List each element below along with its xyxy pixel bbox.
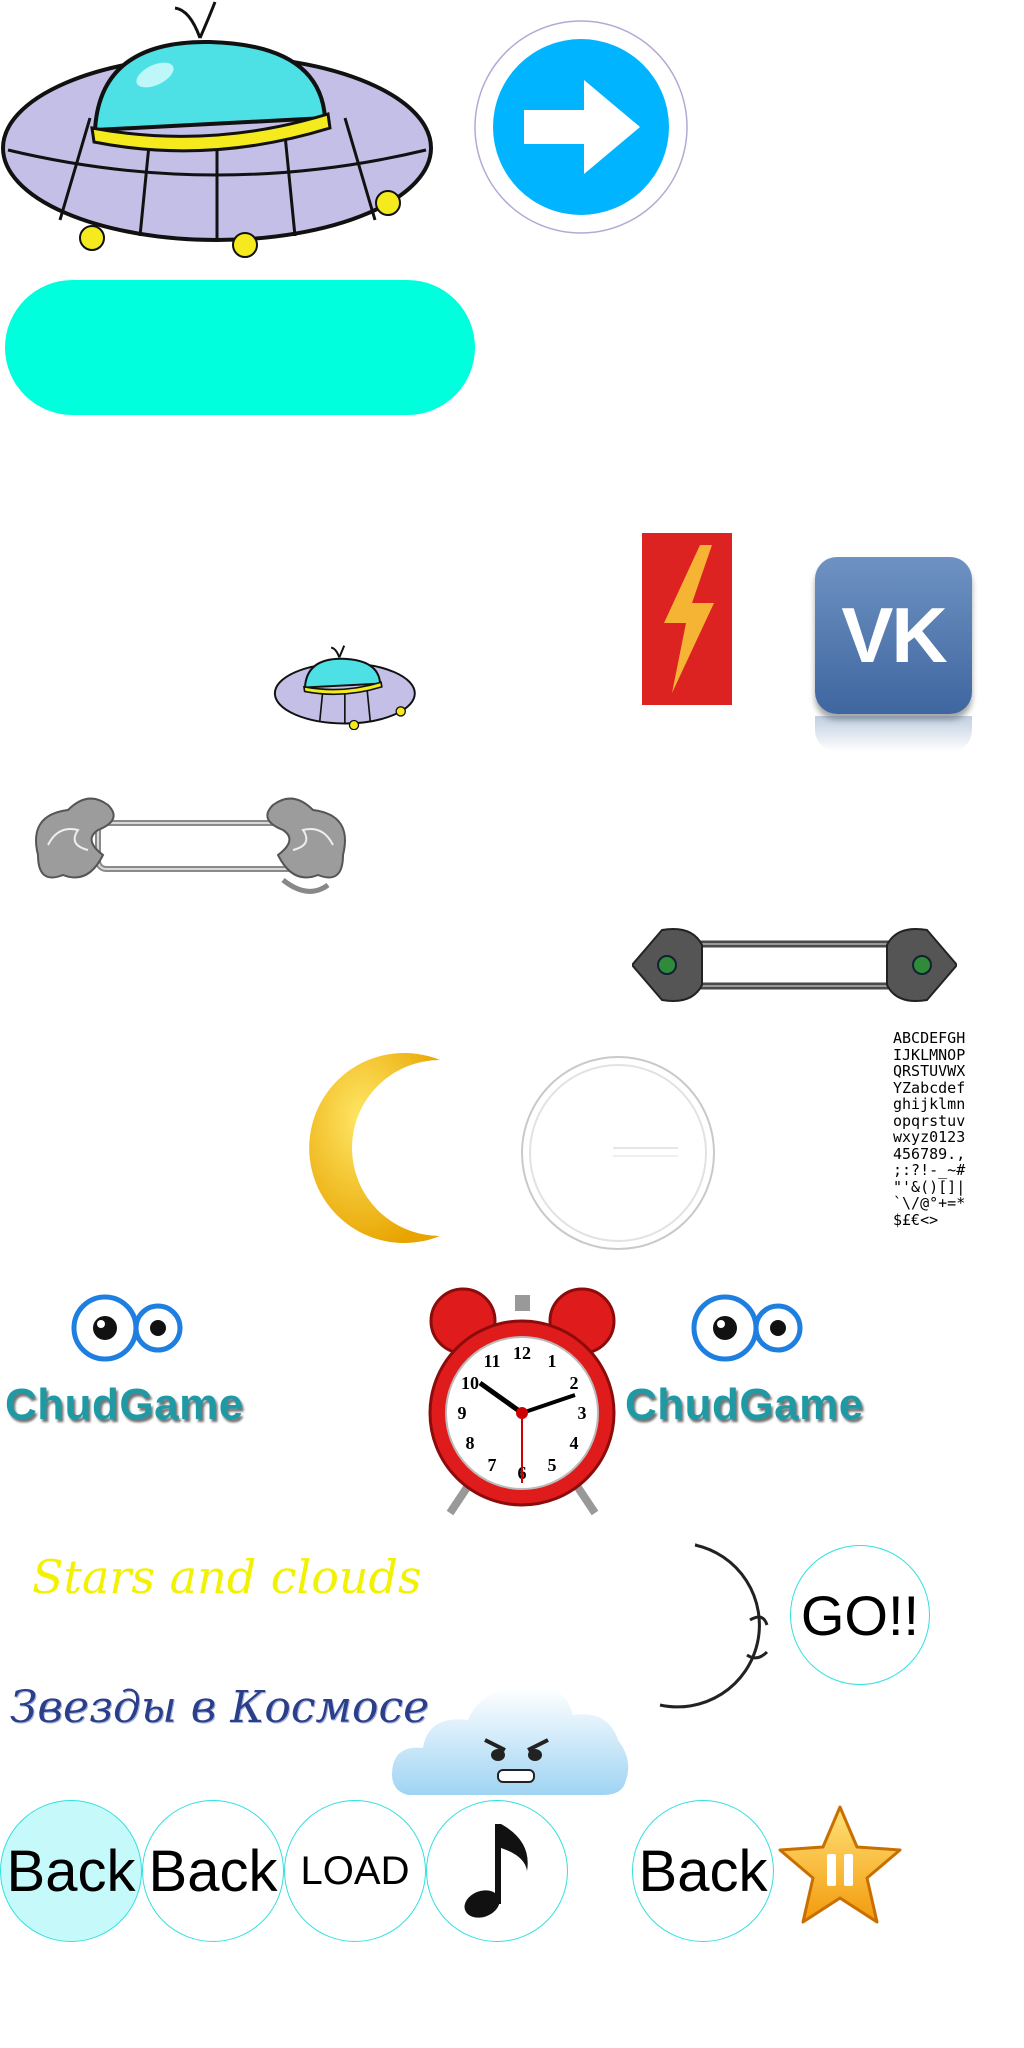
- zvezdy-v-kosmose-title: Звезды в Космосе: [10, 1682, 430, 1733]
- vk-logo-reflection: [815, 716, 972, 752]
- vk-logo-button[interactable]: VK: [815, 557, 972, 714]
- clock-number: 1: [548, 1351, 557, 1371]
- font-row: ghijklmn: [893, 1095, 966, 1113]
- font-row: IJKLMNOP: [893, 1045, 966, 1064]
- eyes-icon: [691, 1294, 803, 1362]
- ornate-silver-frame: [35, 797, 346, 894]
- angry-cloud-icon: [392, 1687, 629, 1795]
- font-row: "'&()[]|: [893, 1177, 966, 1196]
- back-button-highlighted[interactable]: Back: [0, 1800, 142, 1942]
- font-row: $£€<>: [893, 1210, 939, 1229]
- load-button[interactable]: LOAD: [284, 1800, 426, 1942]
- music-toggle-button[interactable]: [426, 1800, 568, 1942]
- back-button-label: Back: [148, 1838, 278, 1904]
- font-row: 456789.,: [893, 1144, 966, 1163]
- font-row: YZabcdef: [893, 1078, 966, 1097]
- back-button[interactable]: Back: [142, 1800, 284, 1942]
- font-row: wxyz0123: [893, 1128, 966, 1146]
- eyes-icon: [71, 1294, 183, 1362]
- ufo-large-sprite: [1, 1, 433, 258]
- clock-number: 7: [488, 1455, 497, 1475]
- font-row: ;:?!-_~#: [893, 1161, 966, 1179]
- pause-star-button[interactable]: [775, 1802, 905, 1932]
- pixel-font-sheet: ABCDEFGH IJKLMNOP QRSTUVWX YZabcdef ghij…: [893, 1030, 1021, 1228]
- crescent-moon-icon: [309, 1053, 440, 1243]
- clock-number: 3: [578, 1403, 587, 1423]
- alarm-clock-icon: 121234567891011: [428, 1287, 616, 1516]
- white-ring-button[interactable]: [518, 1053, 718, 1253]
- go-button-label: GO!!: [800, 1583, 920, 1647]
- clock-number: 5: [548, 1455, 557, 1475]
- ufo-small-sprite: [273, 645, 416, 730]
- clock-number: 9: [458, 1403, 467, 1423]
- moon-face-icon: [659, 1543, 769, 1709]
- vk-logo-text: VK: [841, 591, 947, 679]
- lightning-bolt-icon: [642, 533, 732, 705]
- font-row: opqrstuv: [893, 1111, 966, 1130]
- back-button[interactable]: Back: [632, 1800, 774, 1942]
- clock-number: 4: [570, 1433, 579, 1453]
- ornate-dark-frame: [632, 928, 957, 1002]
- chudgame-logo-text: ChudGame: [5, 1380, 244, 1429]
- clock-number: 2: [570, 1373, 579, 1393]
- clock-number: 12: [513, 1343, 531, 1363]
- font-row: `\/@°+=*: [893, 1194, 966, 1212]
- chudgame-logo-text: ChudGame: [625, 1380, 864, 1429]
- cyan-progress-bar: [5, 280, 475, 415]
- back-button-label: Back: [638, 1838, 768, 1904]
- go-button[interactable]: GO!!: [790, 1545, 930, 1685]
- next-arrow-button[interactable]: [472, 18, 690, 236]
- font-row: ABCDEFGH: [893, 1029, 966, 1047]
- font-row: QRSTUVWX: [893, 1062, 966, 1080]
- clock-number: 10: [461, 1373, 479, 1393]
- back-button-label: Back: [6, 1838, 136, 1904]
- music-note-icon: [464, 1824, 528, 1918]
- clock-number: 11: [483, 1351, 500, 1371]
- clock-number: 8: [466, 1433, 475, 1453]
- load-button-label: LOAD: [300, 1848, 410, 1893]
- stars-and-clouds-title: Stars and clouds: [32, 1550, 422, 1604]
